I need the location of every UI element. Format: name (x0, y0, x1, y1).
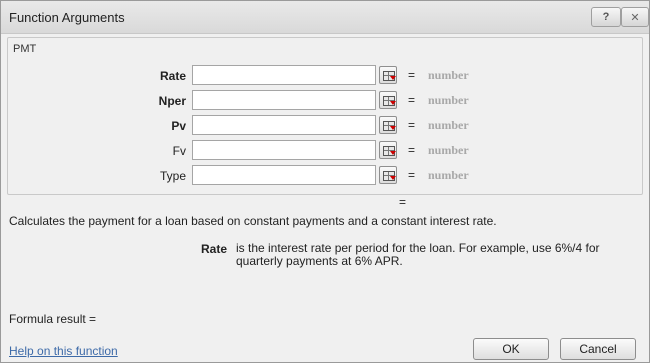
equals-sign: = (408, 93, 416, 107)
collapse-dialog-icon[interactable] (379, 91, 397, 109)
argument-row-type: Type = number (8, 165, 642, 187)
current-arg-description: is the interest rate per period for the … (236, 241, 600, 268)
pv-input[interactable] (192, 115, 376, 135)
arguments-group: PMT Rate = number Nper = number Pv = num… (7, 37, 643, 195)
fv-input[interactable] (192, 140, 376, 160)
arg-type-hint: number (428, 93, 469, 107)
equals-sign: = (408, 168, 416, 182)
title-bar[interactable]: Function Arguments ? ✕ (1, 1, 649, 34)
nper-input[interactable] (192, 90, 376, 110)
arg-type-hint: number (428, 68, 469, 82)
arg-type-hint: number (428, 118, 469, 132)
collapse-dialog-icon[interactable] (379, 166, 397, 184)
function-description: Calculates the payment for a loan based … (9, 214, 497, 228)
arg-label-nper: Nper (158, 94, 186, 108)
arg-label-rate: Rate (159, 69, 186, 83)
help-link[interactable]: Help on this function (9, 344, 118, 358)
help-icon[interactable]: ? (591, 7, 621, 27)
ok-button[interactable]: OK (473, 338, 549, 360)
equals-sign: = (408, 68, 416, 82)
arg-type-hint: number (428, 168, 469, 182)
argument-row-pv: Pv = number (8, 115, 642, 137)
cancel-button[interactable]: Cancel (560, 338, 636, 360)
equals-sign: = (408, 143, 416, 157)
argument-row-nper: Nper = number (8, 90, 642, 112)
rate-input[interactable] (192, 65, 376, 85)
current-arg-name: Rate (201, 242, 228, 256)
arg-label-fv: Fv (172, 144, 186, 158)
formula-result-label: Formula result = (9, 312, 97, 326)
close-icon[interactable]: ✕ (621, 7, 649, 27)
argument-row-rate: Rate = number (8, 65, 642, 87)
function-arguments-dialog: Function Arguments ? ✕ PMT Rate = number… (0, 0, 650, 363)
function-name-label: PMT (13, 43, 37, 55)
function-result-equals: = (399, 195, 407, 209)
collapse-dialog-icon[interactable] (379, 116, 397, 134)
collapse-dialog-icon[interactable] (379, 141, 397, 159)
collapse-dialog-icon[interactable] (379, 66, 397, 84)
type-input[interactable] (192, 165, 376, 185)
arg-type-hint: number (428, 143, 469, 157)
argument-row-fv: Fv = number (8, 140, 642, 162)
equals-sign: = (408, 118, 416, 132)
arg-label-type: Type (159, 169, 186, 183)
dialog-title: Function Arguments (9, 10, 125, 25)
arg-label-pv: Pv (171, 119, 186, 133)
